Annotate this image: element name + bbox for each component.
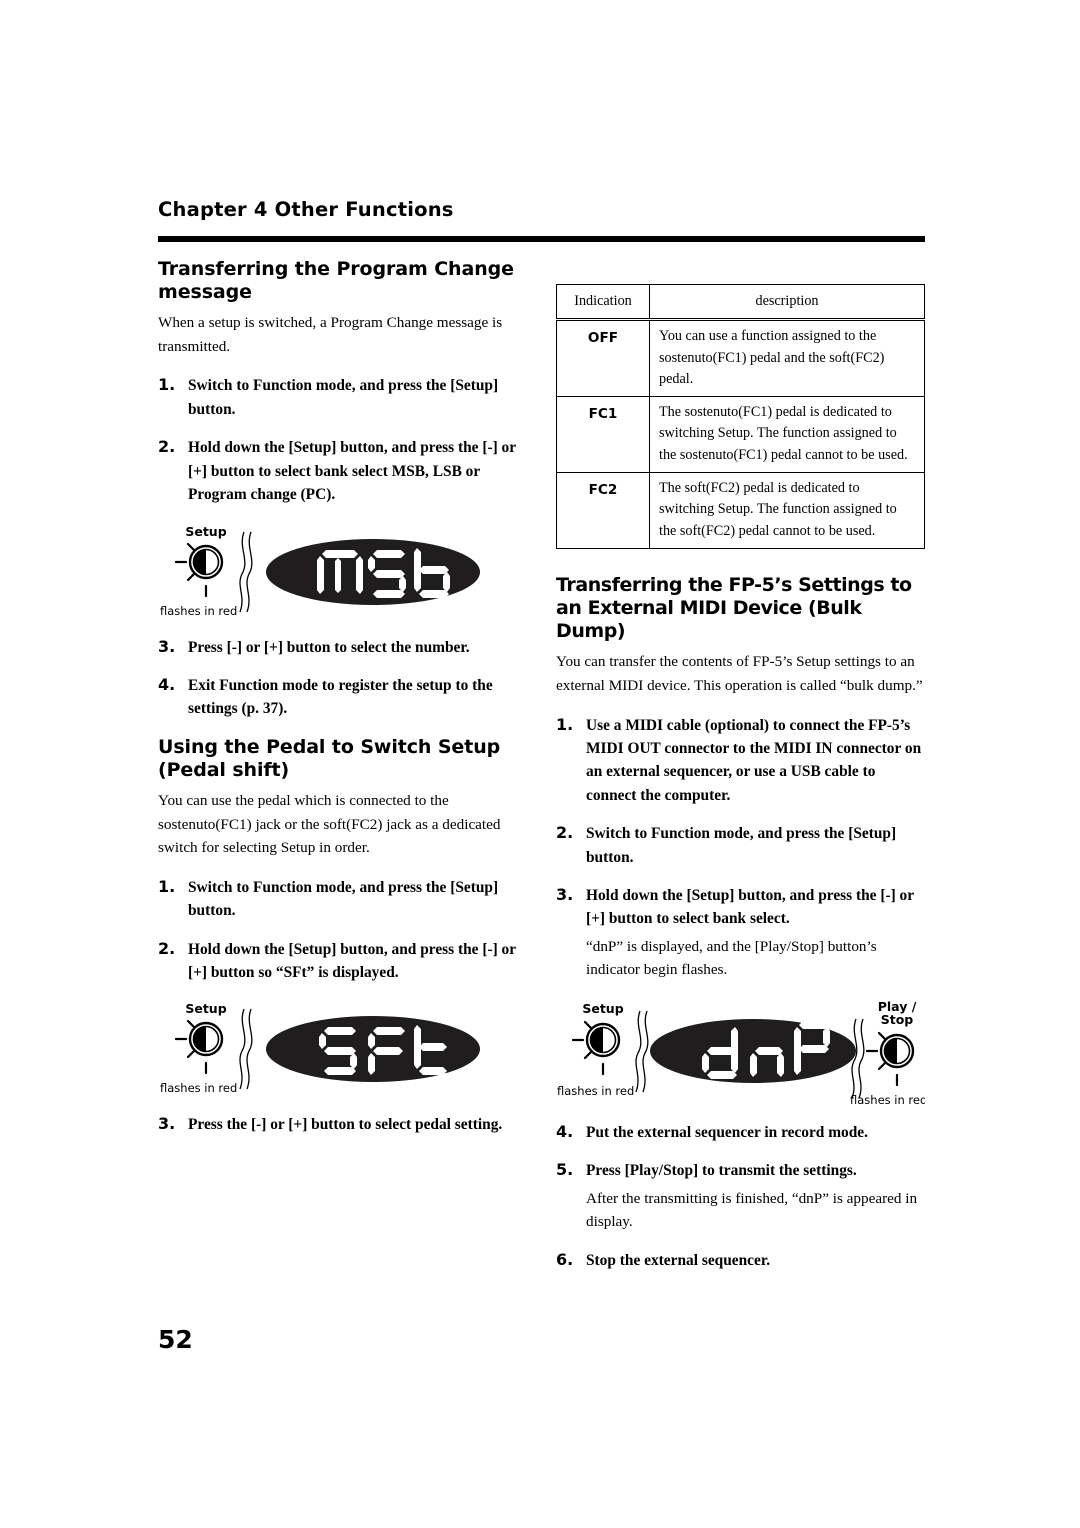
left-column: Transferring the Program Change message …	[158, 258, 518, 1152]
step-text: Switch to Function mode, and press the […	[188, 878, 499, 920]
step-subtext: After the transmitting is finished, “dnP…	[586, 1189, 918, 1231]
step-item: 6. Stop the external sequencer.	[556, 1249, 925, 1272]
knob-caption: flashes in red	[160, 1081, 237, 1095]
section-heading-pedal-shift: Using the Pedal to Switch Setup (Pedal s…	[158, 735, 501, 781]
step-number: 4.	[158, 674, 176, 694]
step-item: 2. Hold down the [Setup] button, and pre…	[158, 938, 518, 985]
step-text: Hold down the [Setup] button, and press …	[586, 887, 914, 928]
step-number: 3.	[556, 885, 574, 905]
step-text: Exit Function mode to register the setup…	[188, 676, 493, 718]
step-item: 3. Hold down the [Setup] button, and pre…	[556, 884, 925, 982]
steps-pedal-shift-cont: 3. Press the [-] or [+] button to select…	[158, 1113, 518, 1136]
step-item: 3. Press [-] or [+] button to select the…	[158, 636, 518, 659]
step-number: 4.	[556, 1121, 574, 1141]
indication-table: Indication description OFF You can use a…	[556, 283, 925, 549]
step-number: 5.	[556, 1160, 574, 1180]
step-number: 2.	[556, 823, 574, 843]
table-row: FC1 The sostenuto(FC1) pedal is dedicate…	[556, 396, 925, 474]
right-knob-label-line2: Stop	[881, 1012, 914, 1027]
step-number: 2.	[158, 938, 176, 958]
right-column: Indication description OFF You can use a…	[556, 283, 925, 1287]
chapter-title: Chapter 4 Other Functions	[158, 198, 454, 221]
right-knob-caption: flashes in red	[850, 1093, 925, 1107]
steps-program-change-cont: 3. Press [-] or [+] button to select the…	[158, 636, 518, 721]
step-item: 5. Press [Play/Stop] to transmit the set…	[556, 1159, 925, 1234]
step-text: Switch to Function mode, and press the […	[188, 377, 499, 418]
section-intro-pedal-shift: You can use the pedal which is connected…	[158, 792, 501, 857]
steps-pedal-shift: 1. Switch to Function mode, and press th…	[158, 876, 518, 985]
step-text: Press [-] or [+] button to select the nu…	[188, 638, 470, 656]
left-knob-caption: flashes in red	[557, 1084, 634, 1098]
right-wavy-connector-icon	[851, 1018, 865, 1099]
step-item: 1. Switch to Function mode, and press th…	[158, 876, 518, 923]
figure-sft-svg: Setup flashes in red	[160, 1001, 480, 1095]
step-text: Hold down the [Setup] button, and press …	[188, 940, 516, 981]
step-text: Press [Play/Stop] to transmit the settin…	[586, 1162, 857, 1180]
header-rule	[158, 236, 925, 242]
step-item: 4. Exit Function mode to register the se…	[158, 674, 518, 721]
table-body: OFF You can use a function assigned to t…	[556, 319, 925, 549]
wavy-connector-icon	[239, 1009, 253, 1090]
step-number: 1.	[556, 714, 574, 734]
table-cell-indication: OFF	[556, 319, 650, 398]
wavy-connector-icon	[239, 531, 253, 612]
document-page: Chapter 4 Other Functions Transferring t…	[0, 0, 1080, 1528]
table-cell-description: You can use a function assigned to the s…	[649, 319, 925, 398]
section-intro-program-change: When a setup is switched, a Program Chan…	[158, 314, 503, 355]
step-text: Put the external sequencer in record mod…	[586, 1123, 868, 1141]
page-number: 52	[158, 1325, 193, 1354]
steps-bulk-dump: 1. Use a MIDI cable (optional) to connec…	[556, 714, 925, 982]
step-number: 3.	[158, 636, 176, 656]
step-item: 2. Hold down the [Setup] button, and pre…	[158, 436, 518, 506]
step-item: 2. Switch to Function mode, and press th…	[556, 822, 925, 869]
figure-dnp-svg: Setup flashes in red Play / Stop flashes…	[557, 999, 925, 1107]
step-text: Switch to Function mode, and press the […	[586, 825, 897, 866]
table-header-description: description	[649, 283, 925, 322]
step-item: 1. Switch to Function mode, and press th…	[158, 374, 518, 421]
table-cell-indication: FC1	[556, 396, 650, 474]
table-row: OFF You can use a function assigned to t…	[556, 319, 925, 398]
step-number: 3.	[158, 1114, 176, 1134]
figure-msb-svg: Setup flashes in red	[160, 524, 480, 618]
table-cell-indication: FC2	[556, 472, 650, 549]
table-cell-description: The sostenuto(FC1) pedal is dedicated to…	[649, 396, 925, 474]
step-text: Stop the external sequencer.	[586, 1251, 771, 1269]
figure-sft-display: Setup flashes in red	[158, 999, 518, 1099]
step-text: Use a MIDI cable (optional) to connect t…	[586, 716, 922, 804]
step-item: 4. Put the external sequencer in record …	[556, 1121, 925, 1144]
table-cell-description: The soft(FC2) pedal is dedicated to swit…	[649, 472, 925, 549]
table-header-indication: Indication	[556, 283, 650, 322]
section-heading-program-change: Transferring the Program Change message	[158, 258, 514, 304]
step-number: 1.	[158, 876, 176, 896]
step-item: 3. Press the [-] or [+] button to select…	[158, 1113, 518, 1136]
left-wavy-connector-icon	[635, 1010, 649, 1093]
knob-label: Setup	[185, 1001, 226, 1016]
left-knob-label: Setup	[582, 1001, 623, 1016]
step-subtext: “dnP” is displayed, and the [Play/Stop] …	[586, 937, 877, 979]
step-item: 1. Use a MIDI cable (optional) to connec…	[556, 714, 925, 808]
step-text: Press the [-] or [+] button to select pe…	[188, 1116, 503, 1134]
figure-dnp-display: Setup flashes in red Play / Stop flashes…	[556, 997, 925, 1107]
step-number: 1.	[158, 375, 176, 395]
step-text: Hold down the [Setup] button, and press …	[188, 439, 516, 504]
table-row: FC2 The soft(FC2) pedal is dedicated to …	[556, 472, 925, 549]
steps-program-change: 1. Switch to Function mode, and press th…	[158, 374, 518, 506]
section-heading-bulk-dump: Transferring the FP-5’s Settings to an E…	[556, 573, 912, 643]
steps-bulk-dump-cont: 4. Put the external sequencer in record …	[556, 1121, 925, 1272]
knob-caption: flashes in red	[160, 604, 237, 618]
section-intro-bulk-dump: You can transfer the contents of FP-5’s …	[556, 653, 923, 695]
knob-label: Setup	[185, 524, 226, 539]
step-number: 2.	[158, 437, 176, 457]
step-number: 6.	[556, 1249, 574, 1269]
figure-msb-display: Setup flashes in red	[158, 522, 518, 622]
table-header-row: Indication description	[556, 283, 925, 322]
table-head: Indication description	[556, 283, 925, 322]
